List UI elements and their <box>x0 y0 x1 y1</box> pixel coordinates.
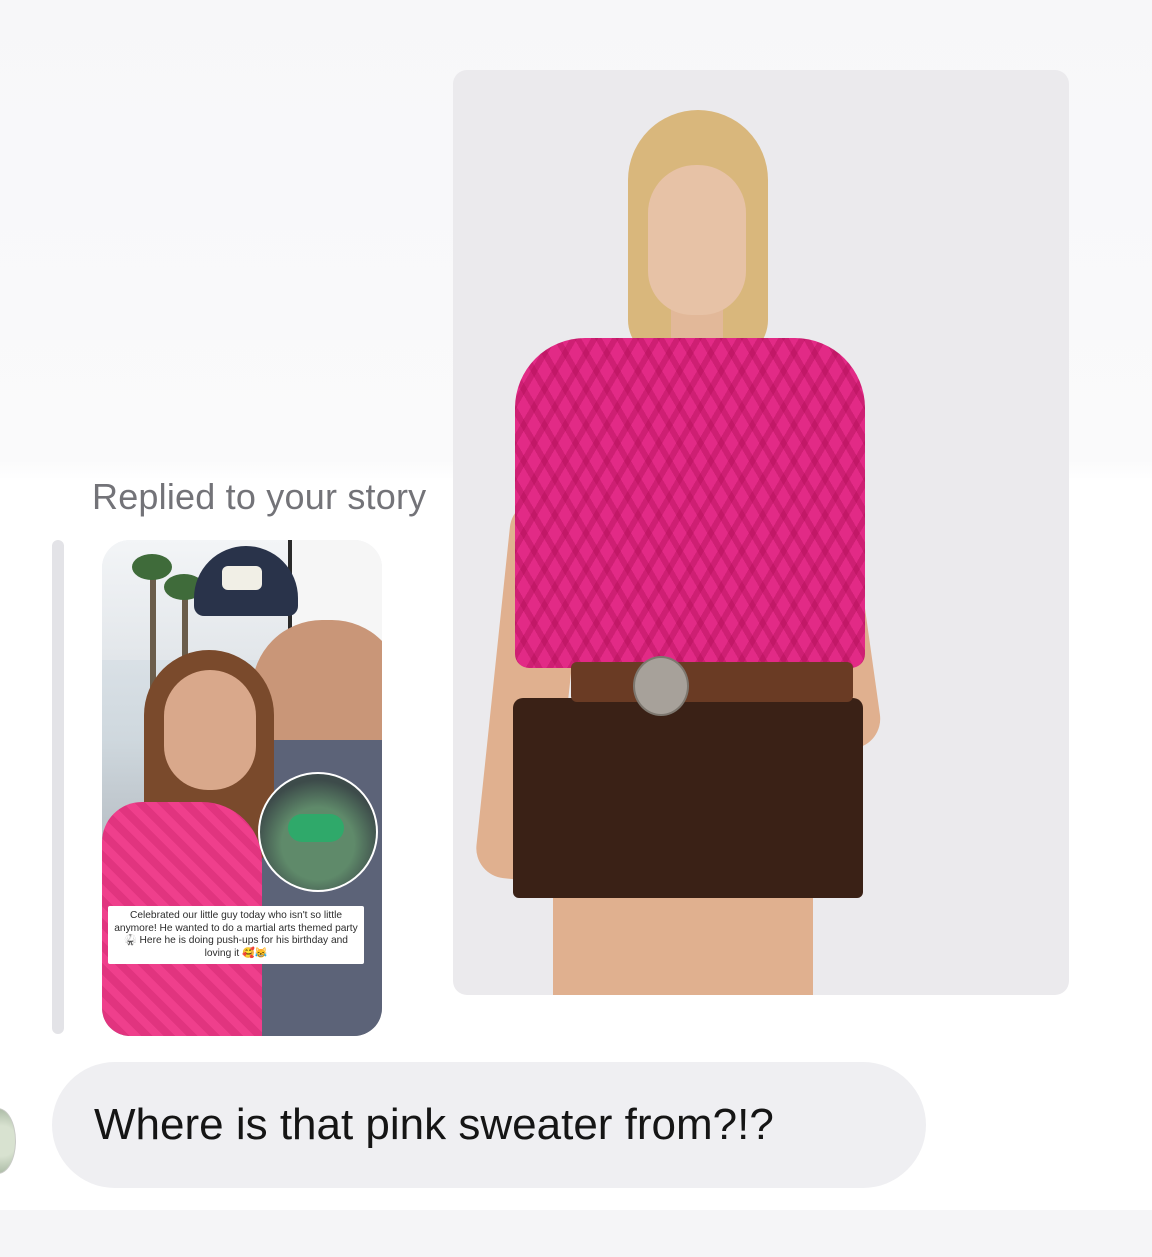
message-bubble[interactable]: Where is that pink sweater from?!? <box>52 1062 926 1188</box>
reply-quote-bar <box>52 540 64 1034</box>
sender-avatar[interactable] <box>0 1108 16 1174</box>
message-text: Where is that pink sweater from?!? <box>94 1100 774 1149</box>
story-inset-photo <box>258 772 378 892</box>
pink-cable-knit-sweater <box>515 338 865 668</box>
leather-belt <box>571 662 853 702</box>
brown-shorts <box>513 698 863 898</box>
story-thumbnail[interactable]: Celebrated our little guy today who isn'… <box>102 540 382 1036</box>
inset-kid <box>288 814 344 842</box>
model-legs <box>553 890 813 995</box>
cap-logo <box>222 566 262 590</box>
model-face <box>648 165 746 315</box>
story-caption: Celebrated our little guy today who isn'… <box>108 906 364 965</box>
story-woman-face <box>164 670 256 790</box>
palm-tree-leaves <box>132 554 172 580</box>
belt-buckle <box>633 656 689 716</box>
replied-to-story-label: Replied to your story <box>92 476 427 517</box>
shared-product-photo[interactable] <box>453 70 1069 995</box>
